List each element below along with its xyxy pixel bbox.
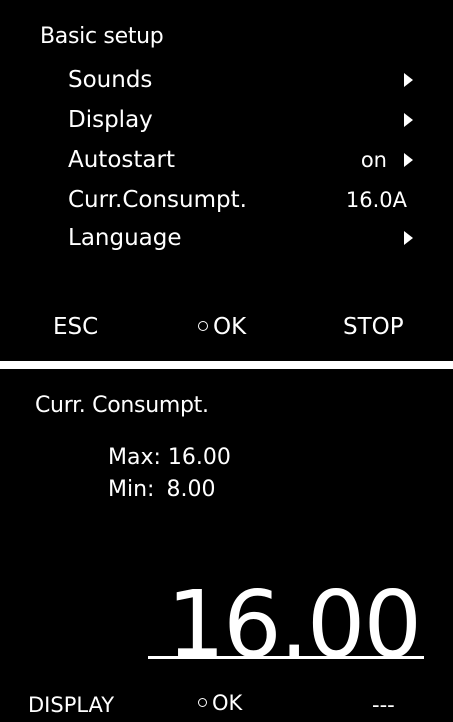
display-softkey[interactable]: DISPLAY	[28, 693, 114, 717]
value-underline	[148, 656, 424, 659]
menu-item-sounds[interactable]: Sounds	[68, 64, 413, 96]
basic-setup-screen: Basic setup Sounds Display Autostart on …	[0, 0, 453, 361]
ok-softkey[interactable]: OK	[198, 314, 246, 340]
menu-item-value: 16.0A	[345, 188, 407, 212]
max-value: 16.00	[167, 445, 231, 470]
min-value: 8.00	[166, 477, 216, 502]
menu-title: Basic setup	[40, 24, 164, 49]
menu-item-label: Display	[68, 107, 153, 133]
menu-item-display[interactable]: Display	[68, 104, 413, 136]
menu-item-label: Language	[68, 225, 182, 251]
menu-item-label: Curr.Consumpt.	[68, 187, 247, 213]
circle-outline-icon	[198, 320, 208, 331]
ok-softkey-label: OK	[213, 314, 247, 340]
right-softkey[interactable]: ---	[372, 693, 395, 717]
value-screen-title: Curr. Consumpt.	[35, 393, 209, 418]
menu-item-label: Autostart	[68, 147, 175, 173]
chevron-right-icon	[397, 113, 413, 127]
ok-softkey-label: OK	[212, 691, 243, 715]
circle-outline-icon	[198, 697, 207, 707]
esc-softkey[interactable]: ESC	[53, 314, 98, 340]
max-label: Max:	[108, 445, 161, 470]
chevron-right-icon	[397, 73, 413, 87]
ok-softkey[interactable]: OK	[198, 691, 242, 715]
menu-item-language[interactable]: Language	[68, 222, 413, 254]
menu-item-autostart[interactable]: Autostart on	[68, 144, 413, 176]
menu-item-curr-consumpt[interactable]: Curr.Consumpt. 16.0A	[68, 184, 413, 216]
chevron-right-icon	[397, 231, 413, 245]
min-label: Min:	[108, 477, 155, 502]
chevron-right-icon	[397, 153, 413, 167]
max-limit: Max: 16.00	[108, 445, 231, 470]
menu-item-label: Sounds	[68, 67, 153, 93]
menu-item-value: on	[360, 148, 387, 172]
current-consumption-screen: Curr. Consumpt. Max: 16.00 Min: 8.00 16.…	[0, 369, 453, 722]
min-limit: Min: 8.00	[108, 477, 215, 502]
stop-softkey[interactable]: STOP	[343, 314, 404, 340]
